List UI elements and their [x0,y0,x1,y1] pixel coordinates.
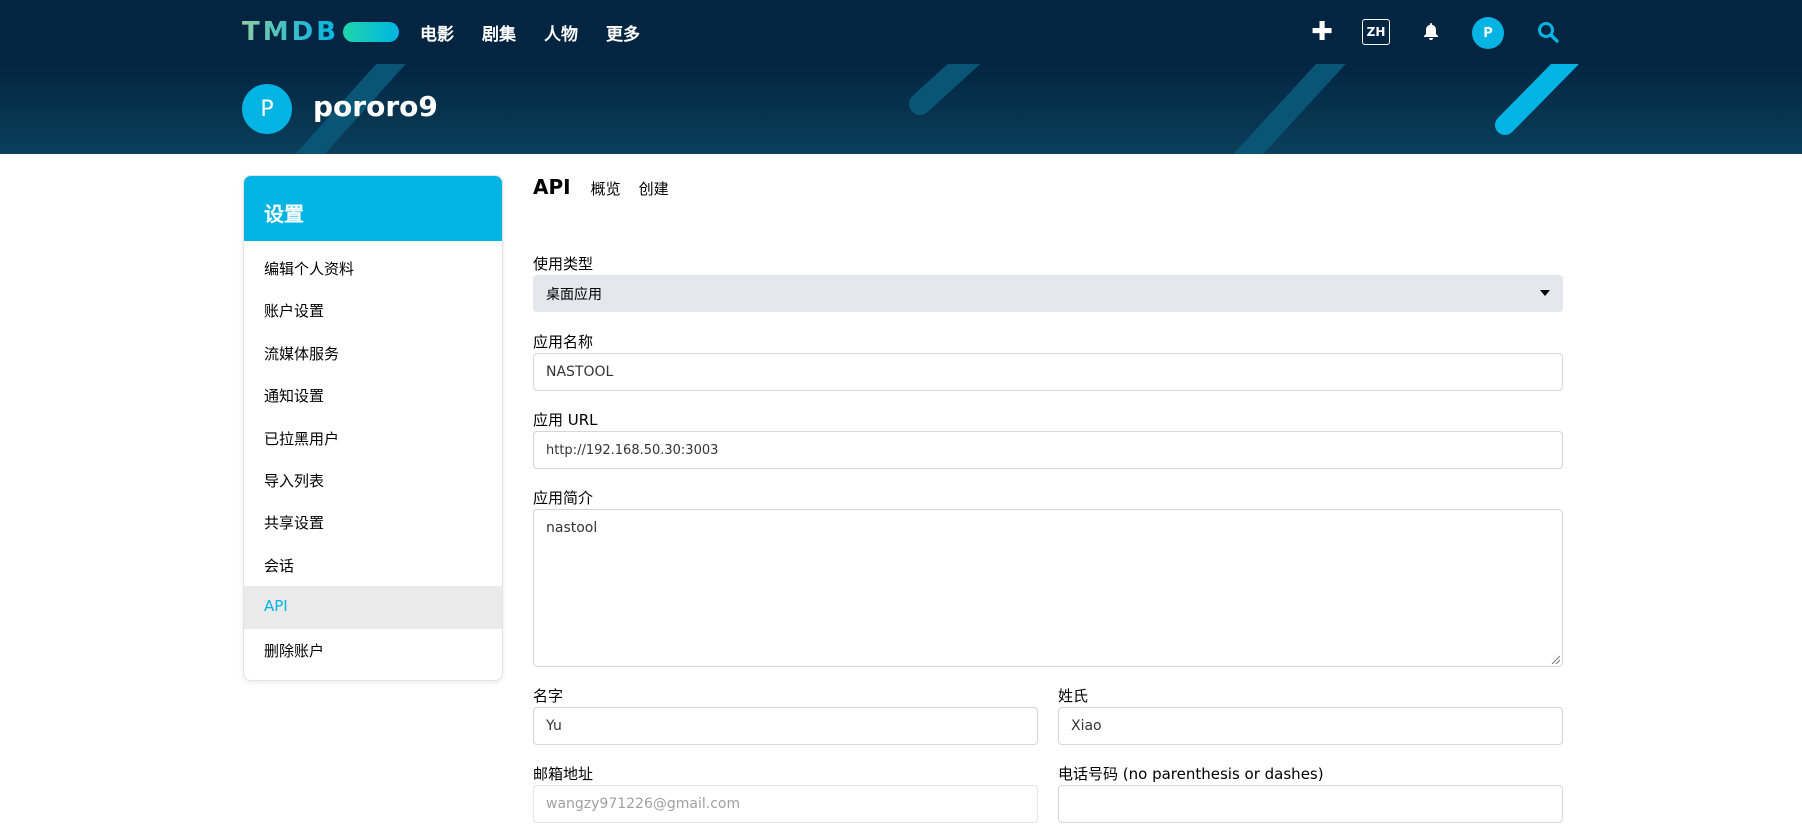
first-name-value: Yu [546,718,562,734]
sidebar-item-import-list[interactable]: 导入列表 [244,459,502,501]
app-url-label: 应用 URL [533,411,598,429]
logo-text: TMDB [242,17,340,47]
sidebar-item-streaming-services[interactable]: 流媒体服务 [244,332,502,374]
last-name-input[interactable]: Xiao [1058,707,1563,745]
nav-link-people[interactable]: 人物 [544,20,578,45]
app-name-label: 应用名称 [533,333,594,351]
nav-link-tv[interactable]: 剧集 [482,20,516,45]
logo-pill-shape [343,22,400,42]
usage-type-value: 桌面应用 [546,286,602,303]
app-url-input[interactable]: http://192.168.50.30:3003 [533,431,1563,469]
email-field[interactable]: wangzy971226@gmail.com [533,785,1038,823]
first-name-input[interactable]: Yu [533,707,1038,745]
search-icon[interactable] [1532,16,1564,48]
sidebar-list: 编辑个人资料 账户设置 流媒体服务 通知设置 已拉黑用户 导入列表 共享设置 会… [244,241,502,671]
profile-avatar[interactable]: P [242,84,292,134]
sidebar-item-edit-profile[interactable]: 编辑个人资料 [244,247,502,289]
sidebar-item-notifications[interactable]: 通知设置 [244,374,502,416]
last-name-value: Xiao [1071,718,1102,734]
api-subnav: API 概览 创建 [533,175,1563,215]
usage-type-select[interactable]: 桌面应用 [533,275,1563,312]
settings-sidebar: 设置 编辑个人资料 账户设置 流媒体服务 通知设置 已拉黑用户 导入列表 共享设… [243,175,503,681]
sidebar-item-sessions[interactable]: 会话 [244,544,502,586]
usage-type-label: 使用类型 [533,255,594,273]
nav-link-movies[interactable]: 电影 [420,20,454,45]
resize-grip-icon[interactable] [1550,654,1560,664]
sidebar-item-api[interactable]: API [244,586,502,629]
sidebar-item-delete-account[interactable]: 删除账户 [244,629,502,671]
app-name-input[interactable]: NASTOOL [533,353,1563,391]
app-summary-label: 应用简介 [533,489,594,507]
banner-stripe [1233,64,1346,154]
app-name-value: NASTOOL [546,364,614,380]
profile-username[interactable]: pororo9 [313,90,438,123]
main-content: API 概览 创建 [533,175,1563,215]
bell-icon[interactable] [1416,16,1446,48]
phone-input[interactable] [1058,785,1563,823]
app-summary-value: nastool [546,520,598,536]
top-navbar: TMDB 电影 剧集 人物 更多 ✚ ZH P [0,0,1802,64]
banner-stripe-accent [1495,64,1579,135]
add-plus-icon[interactable]: ✚ [1306,16,1338,48]
app-url-value: http://192.168.50.30:3003 [546,442,719,458]
page-title: API [533,175,571,199]
language-badge[interactable]: ZH [1362,19,1390,45]
chevron-down-icon [1540,290,1550,296]
tab-create[interactable]: 创建 [639,178,669,199]
user-avatar[interactable]: P [1472,17,1504,49]
email-value: wangzy971226@gmail.com [546,796,741,812]
first-name-label: 名字 [533,687,564,705]
main-nav-links: 电影 剧集 人物 更多 [420,20,668,45]
tab-overview[interactable]: 概览 [591,178,621,199]
tmdb-logo[interactable]: TMDB [242,17,400,47]
email-label: 邮箱地址 [533,765,594,783]
nav-link-more[interactable]: 更多 [606,20,640,45]
phone-label: 电话号码 (no parenthesis or dashes) [1058,765,1324,783]
sidebar-item-blocked-users[interactable]: 已拉黑用户 [244,417,502,459]
app-summary-textarea[interactable]: nastool [533,509,1563,667]
sidebar-item-sharing-settings[interactable]: 共享设置 [244,501,502,543]
sidebar-title: 设置 [244,176,502,241]
sidebar-item-account-settings[interactable]: 账户设置 [244,289,502,331]
banner-stripe [909,64,981,115]
last-name-label: 姓氏 [1058,687,1089,705]
